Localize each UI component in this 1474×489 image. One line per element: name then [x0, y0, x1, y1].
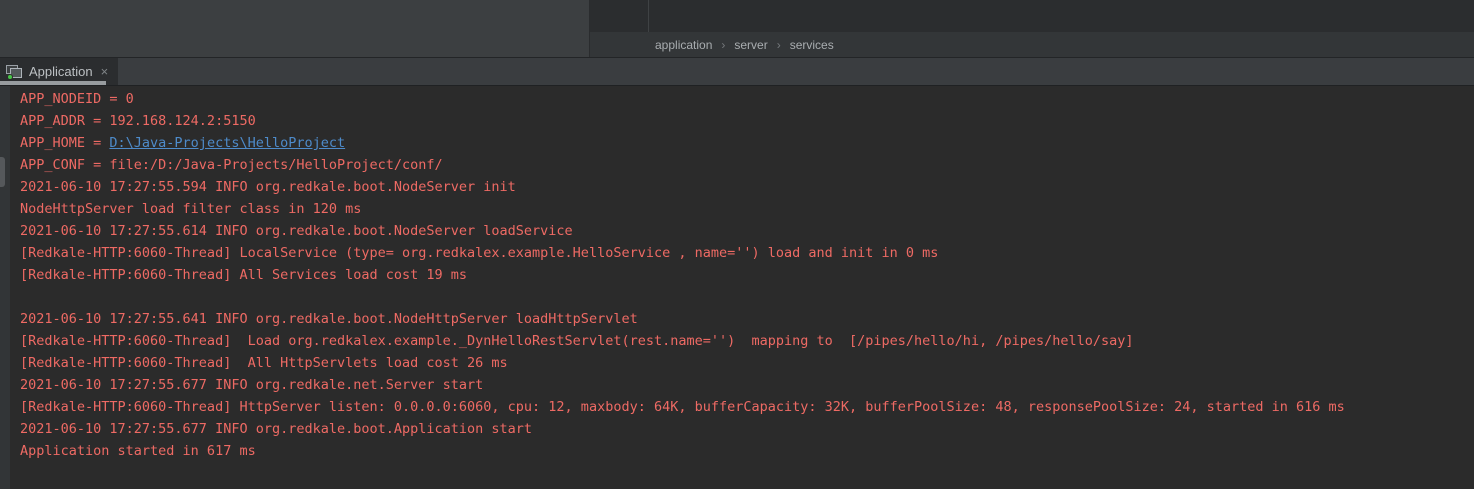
console-line: NodeHttpServer load filter class in 120 … — [0, 198, 1474, 220]
running-indicator-icon — [7, 74, 13, 80]
console-line: APP_CONF = file:/D:/Java-Projects/HelloP… — [0, 154, 1474, 176]
selected-tab-underline — [0, 81, 106, 85]
console-line: 2021-06-10 17:27:55.677 INFO org.redkale… — [0, 374, 1474, 396]
file-path-link[interactable]: D:\Java-Projects\HelloProject — [109, 135, 345, 151]
console-line: [Redkale-HTTP:6060-Thread] HttpServer li… — [0, 396, 1474, 418]
run-console-icon — [6, 64, 23, 80]
console-line: 2021-06-10 17:27:55.594 INFO org.redkale… — [0, 176, 1474, 198]
console-line: [Redkale-HTTP:6060-Thread] LocalService … — [0, 242, 1474, 264]
console-line: APP_ADDR = 192.168.124.2:5150 — [0, 110, 1474, 132]
breadcrumb-item-services[interactable]: services — [790, 38, 834, 52]
console-line: 2021-06-10 17:27:55.677 INFO org.redkale… — [0, 418, 1474, 440]
console-line: [Redkale-HTTP:6060-Thread] All Services … — [0, 264, 1474, 286]
console-line: [Redkale-HTTP:6060-Thread] Load org.redk… — [0, 330, 1474, 352]
console-line: Application started in 617 ms — [0, 440, 1474, 462]
run-toolwindow-tabstrip: Application × — [0, 57, 1474, 86]
editor-panel-empty — [0, 0, 590, 57]
console-line: [Redkale-HTTP:6060-Thread] All HttpServl… — [0, 352, 1474, 374]
breadcrumb: application › server › services — [590, 32, 1474, 57]
scrollbar-thumb[interactable] — [0, 157, 5, 187]
breadcrumb-item-application[interactable]: application — [655, 38, 712, 52]
console-line — [0, 286, 1474, 308]
tab-close-icon[interactable]: × — [101, 65, 109, 78]
breadcrumb-item-server[interactable]: server — [734, 38, 767, 52]
panel-divider — [648, 0, 649, 32]
console-lines: APP_NODEID = 0APP_ADDR = 192.168.124.2:5… — [0, 88, 1474, 462]
ide-run-window: application › server › services Applicat… — [0, 0, 1474, 489]
console-gutter — [0, 86, 10, 489]
console-output: APP_NODEID = 0APP_ADDR = 192.168.124.2:5… — [0, 86, 1474, 489]
console-line: APP_HOME = D:\Java-Projects\HelloProject — [0, 132, 1474, 154]
editor-top-strip — [590, 0, 1474, 32]
top-header: application › server › services — [0, 0, 1474, 57]
console-line: 2021-06-10 17:27:55.614 INFO org.redkale… — [0, 220, 1474, 242]
tab-application-label: Application — [29, 64, 93, 79]
breadcrumb-separator-icon: › — [777, 38, 781, 52]
console-line: APP_NODEID = 0 — [0, 88, 1474, 110]
header-right-section: application › server › services — [590, 0, 1474, 57]
breadcrumb-separator-icon: › — [721, 38, 725, 52]
console-line: 2021-06-10 17:27:55.641 INFO org.redkale… — [0, 308, 1474, 330]
